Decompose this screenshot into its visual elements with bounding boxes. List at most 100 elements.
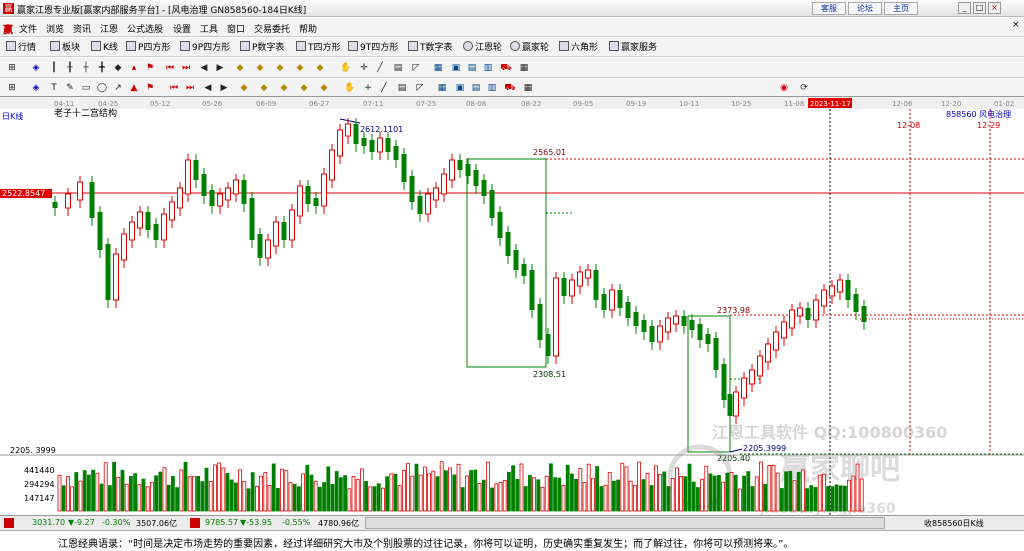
window-icon[interactable]: ▥ [482,62,494,74]
grid2-icon[interactable]: ▦ [436,82,448,94]
cross-icon[interactable]: + [362,82,374,94]
winner-service-button[interactable]: 赢家服务 [609,41,657,54]
bar-tool-icon[interactable]: ╂ [64,62,76,74]
up-diamond-icon[interactable]: ◆ [314,62,326,74]
first2-icon[interactable]: ⏮ [168,82,180,94]
first-icon[interactable]: ⏮ [164,62,176,74]
pen-tool-icon[interactable]: ✎ [64,82,76,94]
fibonacci-icon[interactable]: ◸ [414,82,426,94]
channel-icon[interactable]: ▤ [392,62,404,74]
close-button[interactable]: × [988,2,1001,14]
alert-icon[interactable]: ⛟ [504,82,516,94]
quotes-button[interactable]: 行情 [6,41,36,54]
volume-bar [729,472,734,512]
diamond3-icon[interactable]: ◆ [278,82,290,94]
menu-help[interactable]: 帮助 [299,22,317,35]
diamond4-icon[interactable]: ◆ [298,82,310,94]
menu-browse[interactable]: 浏览 [46,22,64,35]
sector-button[interactable]: 板块 [50,41,80,54]
next2-icon[interactable]: ▶ [218,82,230,94]
cursor-icon[interactable]: ⊞ [6,62,18,74]
monitor-icon[interactable]: ▤ [466,62,478,74]
draw-line-icon[interactable]: ╱ [378,82,390,94]
forum-link[interactable]: 论坛 [848,2,882,15]
car-icon[interactable]: ⛟ [500,62,512,74]
volume-bar [750,486,755,512]
refresh-icon[interactable]: ⟳ [798,82,810,94]
menu-settings[interactable]: 设置 [173,22,191,35]
gann-wheel-button[interactable]: 江恩轮 [463,41,502,54]
cursor2-icon[interactable]: ⊞ [6,82,18,94]
record-icon[interactable]: ◉ [778,82,790,94]
ellipse-tool-icon[interactable]: ◯ [96,82,108,94]
rect-tool-icon[interactable]: ▭ [80,82,92,94]
minimize-button[interactable]: _ [958,2,971,14]
diamond2-icon[interactable]: ◆ [258,82,270,94]
volume-bar [557,477,562,512]
hand-icon[interactable]: ✋ [340,62,352,74]
p-square-button[interactable]: P四方形 [126,41,170,54]
crosshair-icon[interactable]: ✛ [358,62,370,74]
mark-icon[interactable]: ▴ [128,62,140,74]
flag-icon[interactable]: ⚑ [144,62,156,74]
homepage-link[interactable]: 主页 [884,2,918,15]
right-diamond-icon[interactable]: ◆ [294,62,306,74]
kline-tool-icon[interactable]: ┃ [48,62,60,74]
menu-news[interactable]: 资讯 [73,22,91,35]
zoom-out-icon[interactable]: ◆ [254,62,266,74]
table-icon[interactable]: ▦ [432,62,444,74]
volume-bar [670,478,675,512]
maximize-button[interactable]: □ [973,2,986,14]
export-icon[interactable]: ▦ [518,62,530,74]
left-diamond-icon[interactable]: ◆ [274,62,286,74]
select-icon[interactable]: ◈ [30,62,42,74]
diamond5-icon[interactable]: ◆ [318,82,330,94]
panel-icon[interactable]: ▥ [486,82,498,94]
save-icon[interactable]: ▦ [522,82,534,94]
calc-icon[interactable]: ▣ [450,62,462,74]
hexagon-button[interactable]: 六角形 [559,41,598,54]
kline-button[interactable]: K线 [91,41,118,54]
gann-fan-icon[interactable]: ◸ [410,62,422,74]
menu-window[interactable]: 窗口 [227,22,245,35]
date-label: 12-20 [941,100,961,108]
menu-formula-select[interactable]: 公式选股 [127,22,163,35]
ruler-icon[interactable]: ▤ [396,82,408,94]
text-tool-icon[interactable]: T [48,82,60,94]
prev2-icon[interactable]: ◀ [202,82,214,94]
menu-gann[interactable]: 江恩 [100,22,118,35]
diamond1-icon[interactable]: ◆ [238,82,250,94]
horizontal-scrollbar[interactable] [365,517,885,529]
volume-bar [456,463,461,512]
options-icon[interactable]: ◆ [112,62,124,74]
close-doc-icon[interactable]: × [1012,20,1020,30]
winner-wheel-button[interactable]: 赢家轮 [510,41,549,54]
next-icon[interactable]: ▶ [214,62,226,74]
customer-service-link[interactable]: 客服 [812,2,846,15]
kline-chart[interactable]: 04-11 04-25 05-12 05-26 06-09 06-27 07-11 07-25… [0,97,1024,515]
pan-icon[interactable]: ✋ [344,82,356,94]
9p-square-button[interactable]: 9P四方形 [180,41,230,54]
last2-icon[interactable]: ⏭ [184,82,196,94]
t-number-table-button[interactable]: T数字表 [408,41,453,54]
flag2-icon[interactable]: ⚑ [144,82,156,94]
candle-body-up [65,193,71,209]
select2-icon[interactable]: ◈ [30,82,42,94]
menu-file[interactable]: 文件 [19,22,37,35]
triangle-icon[interactable]: ▲ [128,82,140,94]
line-tool-icon[interactable]: ┼ [80,62,92,74]
last-icon[interactable]: ⏭ [180,62,192,74]
screen-icon[interactable]: ▤ [470,82,482,94]
menu-tools[interactable]: 工具 [200,22,218,35]
arrow-tool-icon[interactable]: ↗ [112,82,124,94]
candle-tool-icon[interactable]: ╋ [96,62,108,74]
prev-icon[interactable]: ◀ [198,62,210,74]
9t-square-button[interactable]: 9T四方形 [348,41,398,54]
menu-trade[interactable]: 交易委托 [254,22,290,35]
volume-bar [696,487,700,512]
p-number-table-button[interactable]: P数字表 [240,41,284,54]
zoom-in-icon[interactable]: ◆ [234,62,246,74]
line-draw-icon[interactable]: ╱ [374,62,386,74]
t-square-button[interactable]: T四方形 [296,41,341,54]
report-icon[interactable]: ▣ [454,82,466,94]
